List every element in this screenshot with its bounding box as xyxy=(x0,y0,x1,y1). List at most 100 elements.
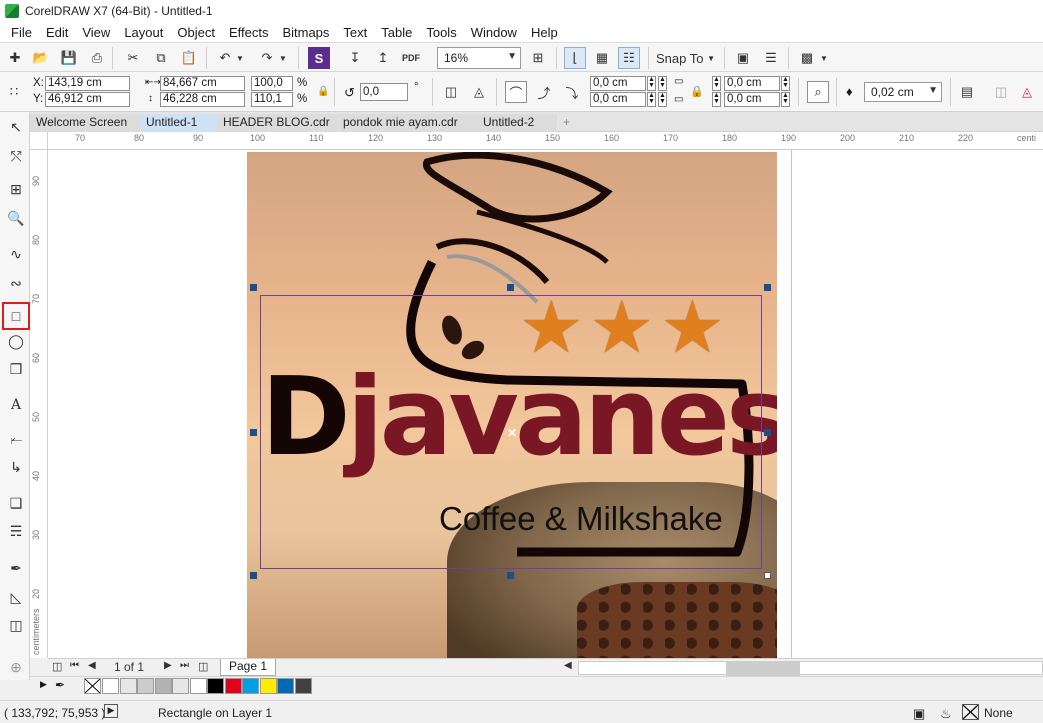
no-color-swatch[interactable] xyxy=(84,678,101,694)
scroll-left-icon[interactable]: ◀ xyxy=(564,660,572,671)
rotation-angle-field[interactable]: 0,0 xyxy=(360,83,408,101)
crop-tool-icon[interactable]: ⊞ xyxy=(4,178,28,200)
selection-handle-br[interactable] xyxy=(764,572,771,579)
palette-swatch[interactable] xyxy=(189,678,207,694)
page-options-icon[interactable]: ◫ xyxy=(52,660,62,673)
menu-view[interactable]: View xyxy=(75,25,117,40)
rectangle-tool-icon[interactable]: □ xyxy=(2,302,30,330)
smart-fill-icon[interactable]: ◫ xyxy=(4,614,28,636)
paste-icon[interactable]: 📋 xyxy=(178,47,200,69)
selection-handle-tm[interactable] xyxy=(507,284,514,291)
corner-lock-icon[interactable]: ▭ xyxy=(674,76,683,87)
add-tool-icon[interactable]: ⊕ xyxy=(4,656,28,678)
to-back-icon[interactable]: ◬ xyxy=(1016,81,1038,103)
spin-tr2[interactable]: ▲ ▼ xyxy=(781,76,790,91)
welcome-screen-icon[interactable]: ▣ xyxy=(732,47,754,69)
previous-page-icon[interactable]: ◀ xyxy=(88,660,96,671)
ruler-origin[interactable] xyxy=(30,132,48,150)
menu-window[interactable]: Window xyxy=(464,25,524,40)
spin-tl2[interactable]: ▲ ▼ xyxy=(658,76,667,91)
spin-bl2[interactable]: ▲ ▼ xyxy=(658,92,667,107)
selection-handle-tr[interactable] xyxy=(764,284,771,291)
corel-connect-icon[interactable]: S xyxy=(308,47,330,69)
color-proofing-icon[interactable]: ▣ xyxy=(913,706,925,722)
transparency-tool-icon[interactable]: ☴ xyxy=(4,520,28,542)
show-rulers-icon[interactable]: ⌊ xyxy=(564,47,586,69)
add-tab-icon[interactable]: + xyxy=(557,114,577,132)
tab-header-blog[interactable]: HEADER BLOG.cdr xyxy=(217,114,337,132)
palette-swatch[interactable] xyxy=(119,678,137,694)
pick-tool-icon[interactable]: ↖ xyxy=(4,116,28,138)
selection-handle-tl[interactable] xyxy=(250,284,257,291)
horizontal-scrollbar[interactable] xyxy=(578,661,1043,676)
palette-swatch[interactable] xyxy=(137,678,154,694)
artistic-media-icon[interactable]: ∾ xyxy=(4,272,28,294)
height-field[interactable]: 46,228 cm xyxy=(160,92,245,107)
export-icon[interactable]: ↥ xyxy=(372,47,394,69)
palette-swatch[interactable] xyxy=(259,678,277,694)
application-launcher-icon[interactable]: ▩ xyxy=(796,47,818,69)
corner-radius-top-left[interactable]: 0,0 cm xyxy=(590,76,646,91)
undo-icon[interactable]: ↶ xyxy=(214,47,236,69)
palette-swatch[interactable] xyxy=(172,678,189,694)
menu-edit[interactable]: Edit xyxy=(39,25,75,40)
width-field[interactable]: 84,667 cm xyxy=(160,76,245,91)
interactive-fill-icon[interactable]: ◺ xyxy=(4,586,28,608)
text-wrap-icon[interactable]: ▤ xyxy=(956,81,978,103)
selection-handle-mr[interactable] xyxy=(764,429,771,436)
chamfered-corner-icon[interactable]: ⤵ xyxy=(561,81,583,103)
lock-corners-icon[interactable]: 🔒 xyxy=(690,85,704,98)
drawing-canvas[interactable]: ★★★ Djavanese Coffee & Milkshake ✕ xyxy=(48,150,1043,658)
y-position-field[interactable]: 46,912 cm xyxy=(45,92,130,107)
view-grid-icon[interactable]: ▦ xyxy=(591,47,613,69)
publish-pdf-icon[interactable]: PDF xyxy=(400,47,422,69)
palette-swatch[interactable] xyxy=(277,678,294,694)
polygon-tool-icon[interactable]: ❒ xyxy=(4,358,28,380)
selection-handle-bl[interactable] xyxy=(250,572,257,579)
menu-file[interactable]: File xyxy=(4,25,39,40)
redo-icon[interactable]: ↷ xyxy=(256,47,278,69)
connector-tool-icon[interactable]: ↳ xyxy=(4,456,28,478)
drop-shadow-icon[interactable]: ❑ xyxy=(4,492,28,514)
options-icon[interactable]: ☰ xyxy=(760,47,782,69)
open-folder-icon[interactable]: 📂 xyxy=(30,47,52,69)
parallel-dimension-icon[interactable]: ⥒ xyxy=(4,428,28,450)
menu-effects[interactable]: Effects xyxy=(222,25,276,40)
text-tool-icon[interactable]: A xyxy=(4,394,28,416)
round-corner-icon[interactable]: ⌒ xyxy=(505,81,527,103)
status-expand-icon[interactable]: ▶ xyxy=(104,704,118,718)
ellipse-tool-icon[interactable]: ◯ xyxy=(4,330,28,352)
palette-swatch[interactable] xyxy=(154,678,172,694)
menu-bitmaps[interactable]: Bitmaps xyxy=(275,25,336,40)
guidelines-icon[interactable]: ☷ xyxy=(618,47,640,69)
redo-dropdown-icon[interactable]: ▼ xyxy=(277,47,289,69)
scale-width-field[interactable]: 100,0 xyxy=(251,76,293,91)
menu-table[interactable]: Table xyxy=(374,25,419,40)
outline-none-swatch[interactable] xyxy=(962,704,979,720)
lock-ratio-icon[interactable]: 🔒 xyxy=(317,86,329,97)
palette-swatch[interactable] xyxy=(102,678,119,694)
spin-br2[interactable]: ▲ ▼ xyxy=(781,92,790,107)
spin-tr[interactable]: ▲ ▼ xyxy=(712,76,721,91)
menu-help[interactable]: Help xyxy=(524,25,565,40)
relative-corner-scaling-icon[interactable]: ⌕ xyxy=(807,81,829,103)
zoom-to-fit-icon[interactable]: ⊞ xyxy=(527,47,549,69)
add-page-icon[interactable]: ◫ xyxy=(198,660,208,673)
save-icon[interactable]: 💾 xyxy=(58,47,80,69)
new-document-icon[interactable]: ✚ xyxy=(4,47,26,69)
menu-text[interactable]: Text xyxy=(336,25,374,40)
vertical-ruler[interactable]: 90 80 70 60 50 40 30 20 centimeters xyxy=(30,150,48,658)
page-tab-1[interactable]: Page 1 xyxy=(220,659,277,676)
spin-tl[interactable]: ▲ ▼ xyxy=(647,76,656,91)
horizontal-ruler[interactable]: 70 80 90 100 110 120 130 140 150 160 170… xyxy=(48,132,1043,150)
object-origin-icon[interactable]: ∷ xyxy=(3,81,25,103)
selection-handle-ml[interactable] xyxy=(250,429,257,436)
mirror-vertical-icon[interactable]: ◬ xyxy=(468,81,490,103)
print-icon[interactable]: ⎙ xyxy=(86,47,108,69)
x-position-field[interactable]: 143,19 cm xyxy=(45,76,130,91)
zoom-tool-icon[interactable]: 🔍 xyxy=(4,207,28,229)
fill-bucket-icon[interactable]: ♨ xyxy=(940,706,952,722)
outline-width-select[interactable]: 0,02 cm ▼ xyxy=(864,82,942,102)
mirror-horizontal-icon[interactable]: ◫ xyxy=(440,81,462,103)
palette-swatch[interactable] xyxy=(224,678,242,694)
